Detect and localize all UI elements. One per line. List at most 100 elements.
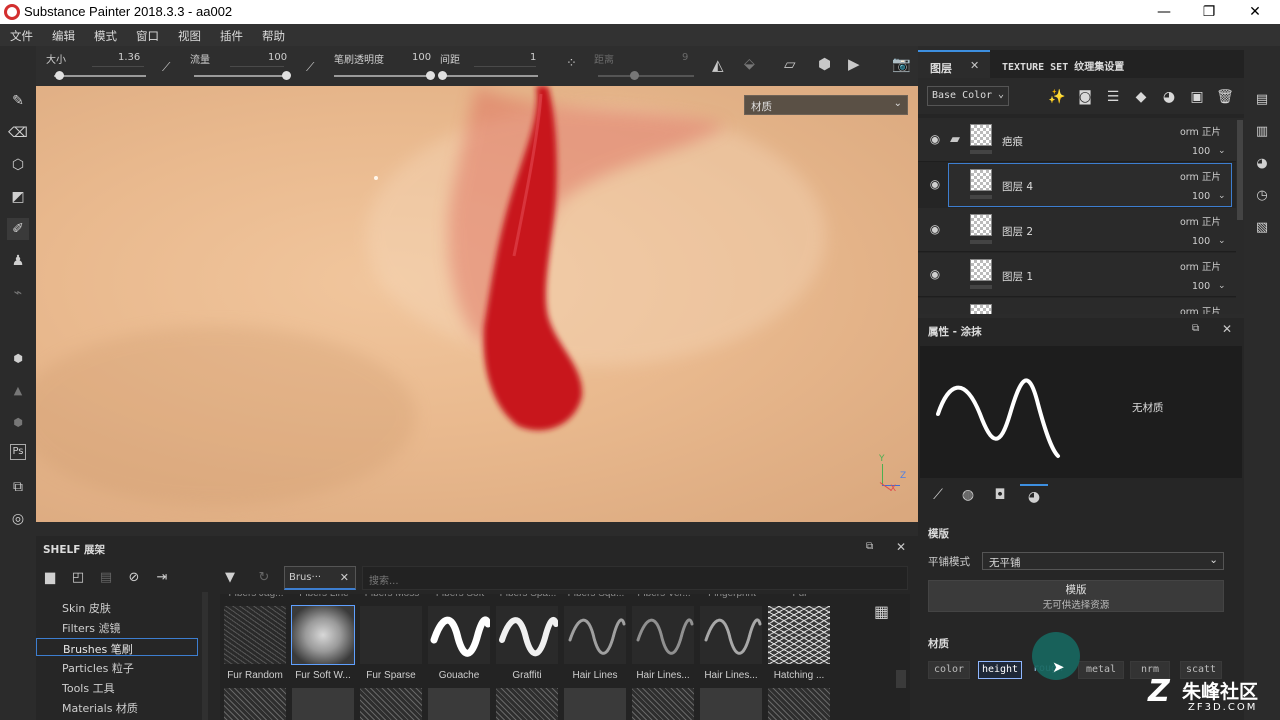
brush-thumbnail[interactable] xyxy=(360,606,422,664)
brush-label-top[interactable]: Fibers Squ... xyxy=(562,594,630,599)
visibility-eye-icon[interactable]: ◉ xyxy=(928,222,942,236)
shelf-search-input[interactable]: 搜索... xyxy=(362,566,908,590)
channel-toggle-color[interactable]: color xyxy=(928,661,970,679)
iray-icon[interactable]: ◎ xyxy=(7,508,29,530)
log-icon[interactable]: ▧ xyxy=(1252,218,1272,238)
layer-blend-mode[interactable]: orm 正片 xyxy=(1180,259,1221,273)
properties-float-icon[interactable]: ⧉ xyxy=(1192,323,1199,334)
menu-help[interactable]: 帮助 xyxy=(262,28,285,44)
category-scrollbar[interactable] xyxy=(202,592,208,720)
new-shelf-icon[interactable]: ◰ xyxy=(68,568,88,588)
menu-edit[interactable]: 编辑 xyxy=(52,28,75,44)
brush-thumbnail[interactable] xyxy=(224,606,286,664)
category-brushes[interactable]: Brushes 笔刷 xyxy=(36,638,198,656)
brush-thumbnail[interactable] xyxy=(428,688,490,720)
category-skin[interactable]: Skin 皮肤 xyxy=(62,600,111,616)
minimize-icon[interactable]: — xyxy=(1154,2,1174,22)
import-icon[interactable]: ⇥ xyxy=(152,568,172,588)
camera-view-icon[interactable]: ▶ xyxy=(848,55,860,73)
menu-file[interactable]: 文件 xyxy=(10,28,33,44)
category-particles[interactable]: Particles 粒子 xyxy=(62,660,134,676)
lazy-mouse-icon[interactable]: ⁘ xyxy=(566,56,577,71)
tab-alpha-icon[interactable]: ◍ xyxy=(956,484,980,506)
database-icon[interactable]: ▤ xyxy=(96,568,116,588)
layer-row[interactable]: ◉ 图层 1 orm 正片 100 ⌄ xyxy=(918,253,1236,297)
render-icon[interactable]: ⧉ xyxy=(7,476,29,498)
tab-brush-icon[interactable]: ⟋ xyxy=(926,484,950,506)
view-cube-icon[interactable]: ⬢ xyxy=(818,55,831,73)
3d-viewport[interactable]: 材质 ⌄ Y Z X xyxy=(36,86,918,522)
flow-value[interactable]: 100 xyxy=(268,52,287,63)
tab-stencil-icon[interactable]: ◘ xyxy=(988,484,1012,506)
visibility-eye-icon[interactable]: ◉ xyxy=(928,132,942,146)
stencil-resource-button[interactable]: 模版 无可供选择资源 xyxy=(928,580,1224,612)
add-layer-icon[interactable]: ☰ xyxy=(1104,88,1122,106)
layer-name[interactable]: 图层 4 xyxy=(1002,179,1033,194)
brush-label-top[interactable]: Fibers Soft xyxy=(426,594,494,599)
category-filters[interactable]: Filters 滤镜 xyxy=(62,620,120,636)
layer-name[interactable]: 图层 1 xyxy=(1002,269,1033,284)
opacity-slider[interactable] xyxy=(334,75,430,77)
add-fill-layer-icon[interactable]: ◆ xyxy=(1132,88,1150,106)
hide-icon[interactable]: ⊘ xyxy=(124,568,144,588)
spacing-slider-knob[interactable] xyxy=(438,71,447,80)
brush-label-top[interactable]: Fur xyxy=(766,594,834,599)
brush-thumbnail[interactable] xyxy=(496,688,558,720)
layer-opacity[interactable]: 100 xyxy=(1192,146,1210,157)
layer-name[interactable]: 图层 2 xyxy=(1002,224,1033,239)
brush-label-top[interactable]: Fibers Line xyxy=(290,594,358,599)
size-slider[interactable] xyxy=(54,75,146,77)
brush-thumbnail[interactable] xyxy=(224,688,286,720)
brush-grid-scrollbar[interactable] xyxy=(896,670,906,688)
layer-blend-mode[interactable]: orm 正片 xyxy=(1180,304,1221,314)
tab-texture-set-settings[interactable]: TEXTURE SET 纹理集设置 xyxy=(1002,58,1124,73)
projection-plane-icon[interactable]: ▱ xyxy=(784,55,796,73)
tab-material-icon[interactable]: ◕ xyxy=(1020,484,1048,506)
layer-name[interactable]: 疤痕 xyxy=(1002,134,1023,149)
channel-select[interactable]: Base Color ⌄ xyxy=(927,86,1009,106)
brush-thumbnail[interactable] xyxy=(700,606,762,664)
brush-label[interactable]: Fur Soft W... xyxy=(289,670,357,681)
brush-thumbnail[interactable] xyxy=(292,688,354,720)
brush-thumbnail[interactable] xyxy=(428,606,492,664)
opacity-value[interactable]: 100 xyxy=(412,52,431,63)
brush-thumbnail[interactable] xyxy=(291,605,355,665)
brush-label[interactable]: Hatching ... xyxy=(765,670,833,681)
color-picker-icon[interactable]: ⌁ xyxy=(7,282,29,304)
visibility-eye-icon[interactable]: ◉ xyxy=(928,177,942,191)
texture-set-icon[interactable]: ▥ xyxy=(1252,122,1272,142)
scrollbar-thumb[interactable] xyxy=(1237,120,1243,220)
layer-opacity[interactable]: 100 xyxy=(1192,281,1210,292)
properties-close-icon[interactable]: ✕ xyxy=(1222,322,1232,336)
brush-label-top[interactable]: Fibers Moss xyxy=(358,594,426,599)
grid-view-icon[interactable]: ▦ xyxy=(874,602,889,621)
brush-thumbnail[interactable] xyxy=(564,606,626,664)
material-mode-select[interactable]: 材质 ⌄ xyxy=(744,95,908,115)
screenshot-camera-icon[interactable]: 📷 xyxy=(892,55,911,73)
notification-icon[interactable]: ▲ xyxy=(7,380,29,402)
brush-label-top[interactable]: Fingerprint xyxy=(698,594,766,599)
brush-thumbnail[interactable] xyxy=(632,688,694,720)
bake-icon[interactable]: ⬢ xyxy=(7,348,29,370)
flow-slider[interactable] xyxy=(194,75,286,77)
smudge-tool-icon[interactable]: ✐ xyxy=(7,218,29,240)
channel-toggle-metal[interactable]: metal xyxy=(1078,661,1124,679)
brush-label[interactable]: Hair Lines xyxy=(561,670,629,681)
category-materials[interactable]: Materials 材质 xyxy=(62,700,138,716)
brush-thumbnail[interactable] xyxy=(564,688,626,720)
brush-label[interactable]: Hair Lines... xyxy=(629,670,697,681)
projection-icon[interactable]: ⬡ xyxy=(7,154,29,176)
add-smart-material-icon[interactable]: ◕ xyxy=(1160,88,1178,106)
display-settings-icon[interactable]: ◕ xyxy=(1252,154,1272,174)
category-tools[interactable]: Tools 工具 xyxy=(62,680,115,696)
brush-thumbnail[interactable] xyxy=(768,688,830,720)
tab-layers[interactable]: 图层 ✕ xyxy=(918,50,990,78)
close-icon[interactable]: ✕ xyxy=(1245,2,1265,22)
brush-label-top[interactable]: Fibers Jag... xyxy=(222,594,290,599)
layer-row[interactable]: ◉ ▰ 疤痕 orm 正片 100 ⌄ xyxy=(918,118,1236,162)
export-icon[interactable]: ⬢ xyxy=(7,412,29,434)
history-icon[interactable]: ◷ xyxy=(1252,186,1272,206)
brush-thumbnail[interactable] xyxy=(632,606,694,664)
brush-thumbnail[interactable] xyxy=(496,606,559,664)
brush-angle-icon[interactable]: ⟋ xyxy=(162,60,170,75)
